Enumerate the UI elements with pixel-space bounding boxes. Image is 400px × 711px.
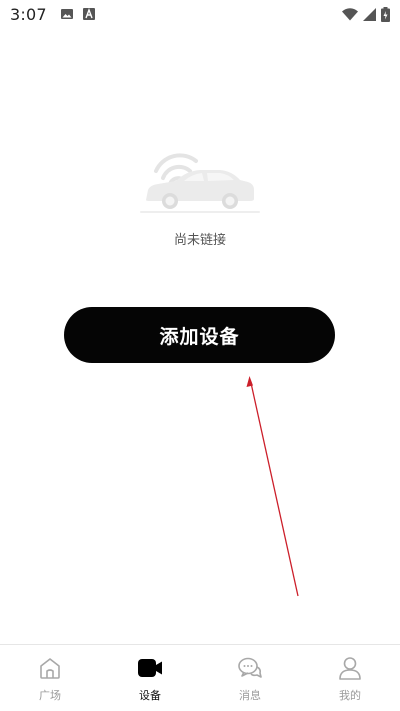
bottom-nav: 广场 设备 消息 我的 [0, 644, 400, 711]
empty-state: 尚未链接 [0, 145, 400, 248]
connection-status-label: 尚未链接 [173, 233, 226, 248]
battery-icon [381, 6, 390, 22]
nav-item-device[interactable]: 设备 [100, 645, 200, 711]
nav-item-messages[interactable]: 消息 [200, 645, 300, 711]
app-screen: 3:07 尚未链接 添加设备 广场 设备 消息 我的 [0, 0, 400, 711]
status-notification-icons [60, 8, 95, 20]
add-device-button[interactable]: 添加设备 [64, 307, 335, 363]
chat-bubble-icon [238, 657, 262, 678]
nav-label-device: 设备 [139, 689, 161, 702]
image-icon [60, 9, 73, 19]
home-icon [40, 658, 60, 679]
nav-label-profile: 我的 [339, 689, 361, 702]
text-a-icon [82, 8, 95, 20]
nav-item-profile[interactable]: 我的 [300, 645, 400, 711]
status-bar: 3:07 [0, 0, 400, 28]
nav-label-plaza: 广场 [39, 689, 61, 702]
signal-icon [363, 7, 376, 21]
nav-label-messages: 消息 [239, 689, 261, 702]
nav-item-plaza[interactable]: 广场 [0, 645, 100, 711]
video-camera-icon [138, 659, 162, 677]
status-time: 3:07 [10, 4, 47, 24]
wifi-icon [342, 7, 358, 20]
status-system-icons [342, 6, 390, 22]
car-wireless-icon [140, 153, 260, 213]
user-icon [339, 657, 361, 680]
